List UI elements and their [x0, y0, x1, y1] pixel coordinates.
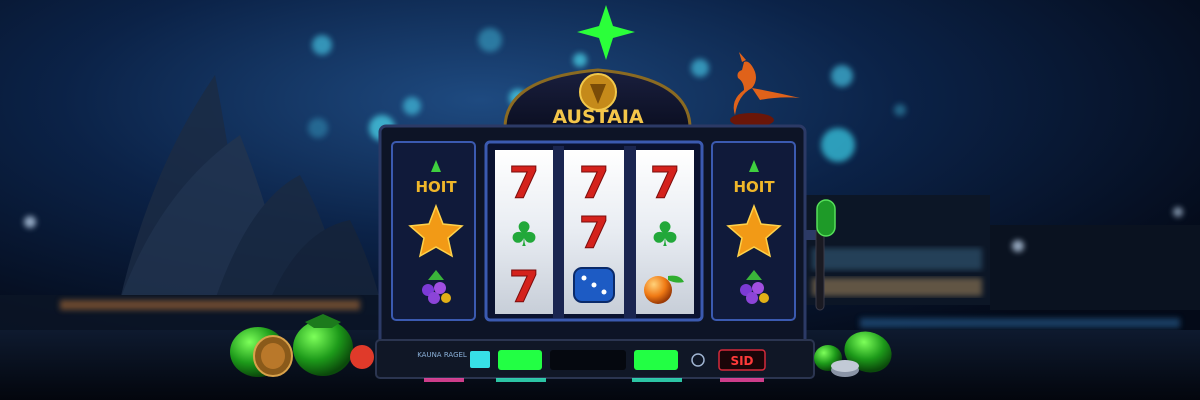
panel-red-text: SID — [730, 354, 753, 368]
side-label-right: HOIT — [733, 178, 775, 196]
panel-small-text: KAUNA RAGEL — [417, 351, 467, 359]
shamrock-icon: ♣ — [650, 215, 680, 255]
panel-display — [550, 350, 626, 370]
scene-illustration: AUSTAIA HOIT HOIT 7 ♣ 7 7 7 7 ♣ KAUNA RA… — [0, 0, 1200, 400]
dice-icon — [573, 267, 615, 303]
seven-icon: 7 — [650, 158, 681, 209]
panel-green-button-right[interactable] — [634, 350, 678, 370]
seven-icon: 7 — [579, 158, 610, 209]
shamrock-icon: ♣ — [509, 215, 539, 255]
reel-3: 7 ♣ — [636, 150, 694, 314]
side-label-left: HOIT — [415, 178, 457, 196]
panel-small-button[interactable] — [470, 351, 490, 368]
seven-icon: 7 — [509, 158, 540, 209]
panel-green-button-left[interactable] — [498, 350, 542, 370]
control-panel: KAUNA RAGEL SID — [375, 339, 815, 382]
seven-icon: 7 — [509, 262, 540, 313]
reel-1: 7 ♣ 7 — [495, 150, 553, 314]
slot-machine-scene: AUSTAIA HOIT HOIT 7 ♣ 7 7 7 7 ♣ KAUNA RA… — [0, 0, 1200, 400]
reel-2: 7 7 — [564, 150, 624, 314]
seven-icon: 7 — [579, 208, 610, 259]
